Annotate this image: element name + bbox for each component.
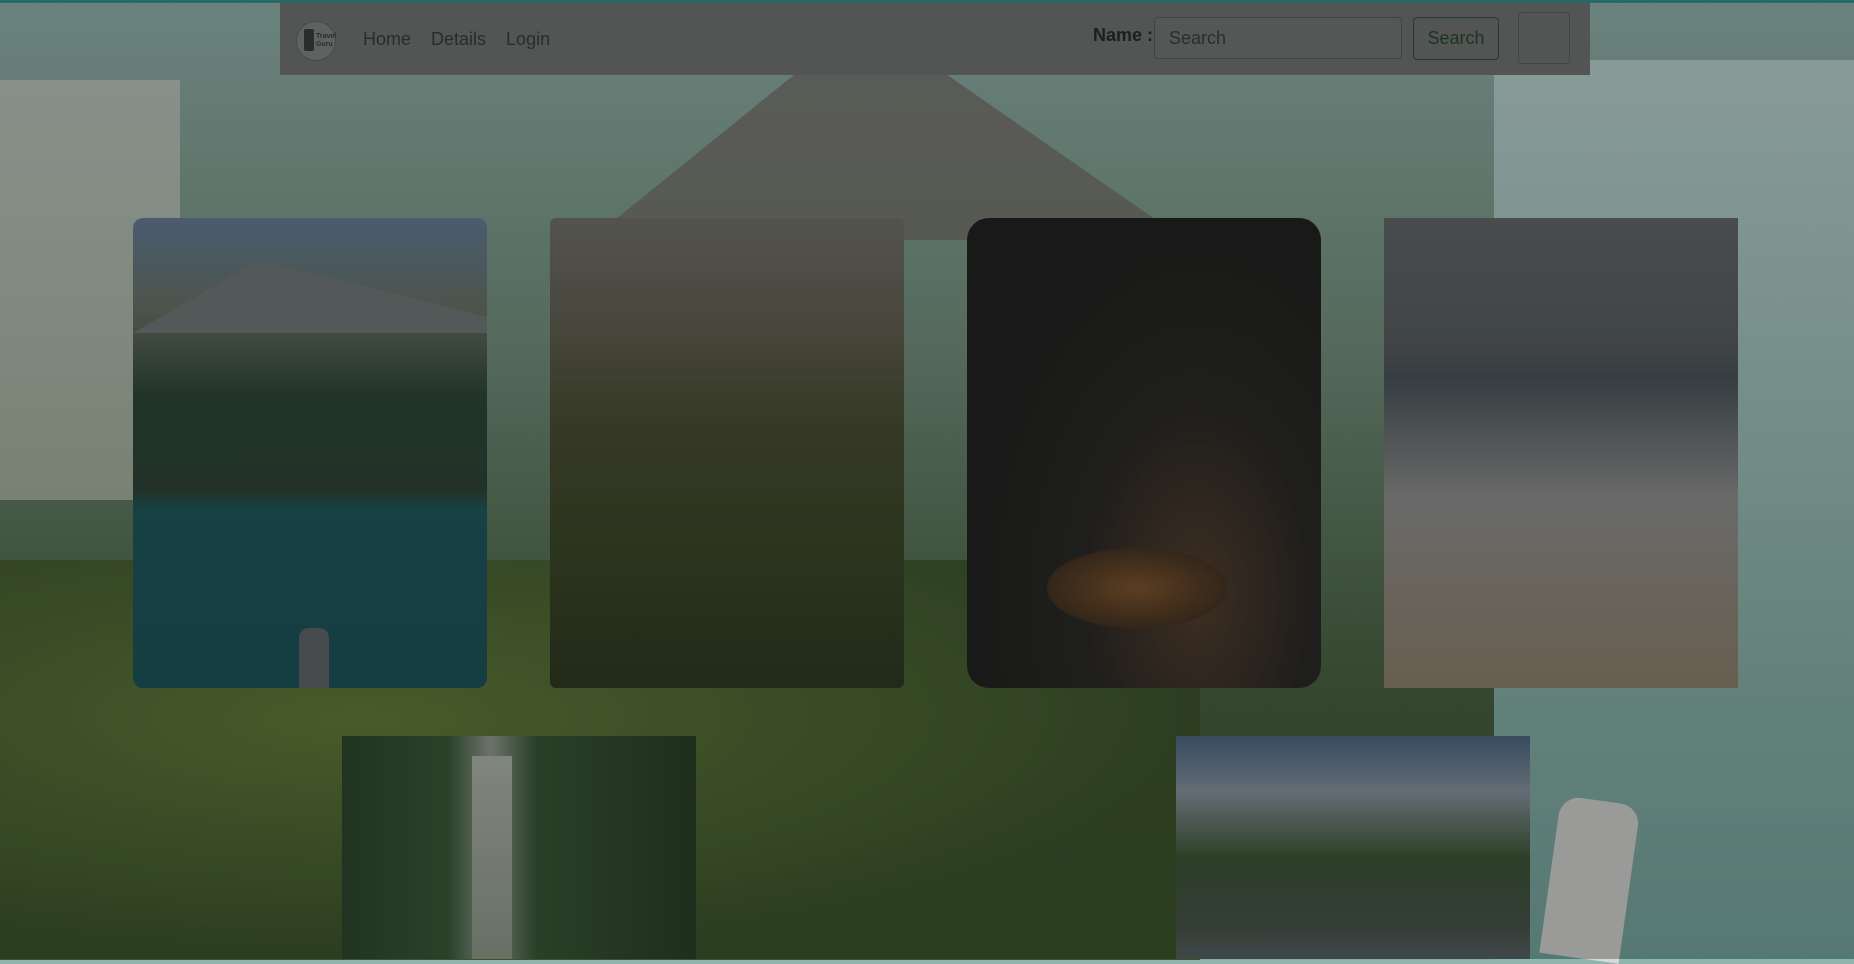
card-beach[interactable] — [1384, 218, 1738, 688]
logo-text: Travel Guru — [316, 33, 337, 48]
nav-login-link[interactable]: Login — [506, 29, 550, 50]
card-tiger[interactable] — [967, 218, 1321, 688]
user-avatar-box[interactable] — [1518, 12, 1570, 64]
hiker-figure — [299, 628, 329, 688]
waterfall-shape — [472, 756, 512, 959]
background-hut-roof — [590, 70, 1185, 240]
search-button[interactable]: Search — [1413, 17, 1499, 60]
nav-details-link[interactable]: Details — [431, 29, 486, 50]
nav-links: Home Details Login — [363, 29, 550, 50]
nav-home-link[interactable]: Home — [363, 29, 411, 50]
card-river-forest[interactable] — [1176, 736, 1530, 959]
mountain-shape — [133, 261, 487, 333]
card-mountain-lake[interactable] — [133, 218, 487, 688]
card-waterfall[interactable] — [342, 736, 696, 959]
search-input[interactable] — [1154, 17, 1402, 59]
tiger-figure — [1047, 548, 1227, 628]
travel-guru-logo[interactable]: Travel Guru — [296, 21, 336, 61]
card-green-hills[interactable] — [550, 218, 904, 688]
name-label: Name : — [1093, 25, 1154, 45]
navbar: Travel Guru Home Details Login Name : Sea… — [280, 3, 1590, 75]
suitcase-icon — [304, 29, 314, 51]
